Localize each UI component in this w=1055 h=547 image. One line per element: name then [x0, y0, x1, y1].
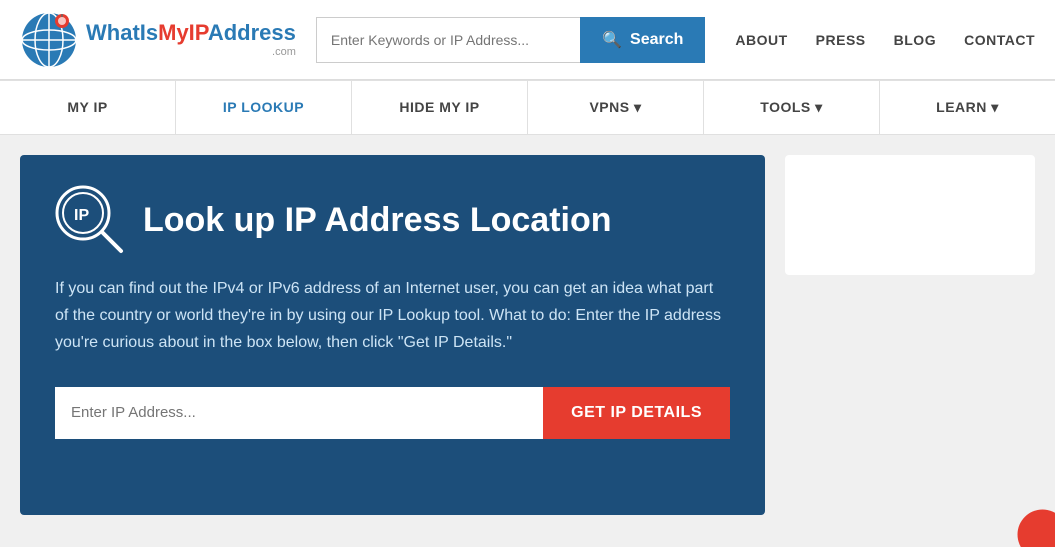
ip-address-input[interactable] — [55, 387, 543, 439]
banner-description: If you can find out the IPv4 or IPv6 add… — [55, 275, 730, 357]
search-bar: 🔍 Search — [316, 17, 706, 63]
nav-bar: MY IP IP LOOKUP HIDE MY IP VPNS ▾ TOOLS … — [0, 80, 1055, 135]
nav-blog[interactable]: BLOG — [894, 32, 936, 48]
logo-text: WhatIsMyIPAddress .com — [86, 21, 296, 57]
nav-item-ip-lookup[interactable]: IP LOOKUP — [176, 81, 352, 134]
logo-myip: MyIP — [158, 20, 208, 45]
search-input[interactable] — [316, 17, 580, 63]
nav-item-learn[interactable]: LEARN ▾ — [880, 81, 1055, 134]
page-content: IP Look up IP Address Location If you ca… — [0, 135, 1055, 535]
nav-press[interactable]: PRESS — [816, 32, 866, 48]
logo-globe-icon — [20, 11, 78, 69]
ip-form: GET IP DETAILS — [55, 387, 730, 439]
nav-contact[interactable]: CONTACT — [964, 32, 1035, 48]
banner-title: Look up IP Address Location — [143, 200, 612, 241]
get-ip-details-button[interactable]: GET IP DETAILS — [543, 387, 730, 439]
search-button[interactable]: 🔍 Search — [580, 17, 705, 63]
banner-title-row: IP Look up IP Address Location — [55, 185, 730, 255]
logo-com: .com — [86, 46, 296, 58]
sidebar-ad-placeholder — [785, 155, 1035, 275]
ip-magnifier-icon: IP — [55, 185, 125, 255]
logo-whatis: WhatIs — [86, 20, 158, 45]
search-button-label: Search — [630, 31, 683, 49]
search-icon: 🔍 — [602, 30, 622, 50]
nav-item-vpns[interactable]: VPNS ▾ — [528, 81, 704, 134]
nav-item-my-ip[interactable]: MY IP — [0, 81, 176, 134]
sidebar — [785, 155, 1035, 515]
svg-text:IP: IP — [74, 207, 89, 224]
logo-address: Address — [208, 20, 296, 45]
nav-item-tools[interactable]: TOOLS ▾ — [704, 81, 880, 134]
logo[interactable]: WhatIsMyIPAddress .com — [20, 11, 296, 69]
header: WhatIsMyIPAddress .com 🔍 Search ABOUT PR… — [0, 0, 1055, 80]
header-nav: ABOUT PRESS BLOG CONTACT — [735, 32, 1035, 48]
nav-item-hide-my-ip[interactable]: HIDE MY IP — [352, 81, 528, 134]
nav-about[interactable]: ABOUT — [735, 32, 787, 48]
main-banner: IP Look up IP Address Location If you ca… — [20, 155, 765, 515]
